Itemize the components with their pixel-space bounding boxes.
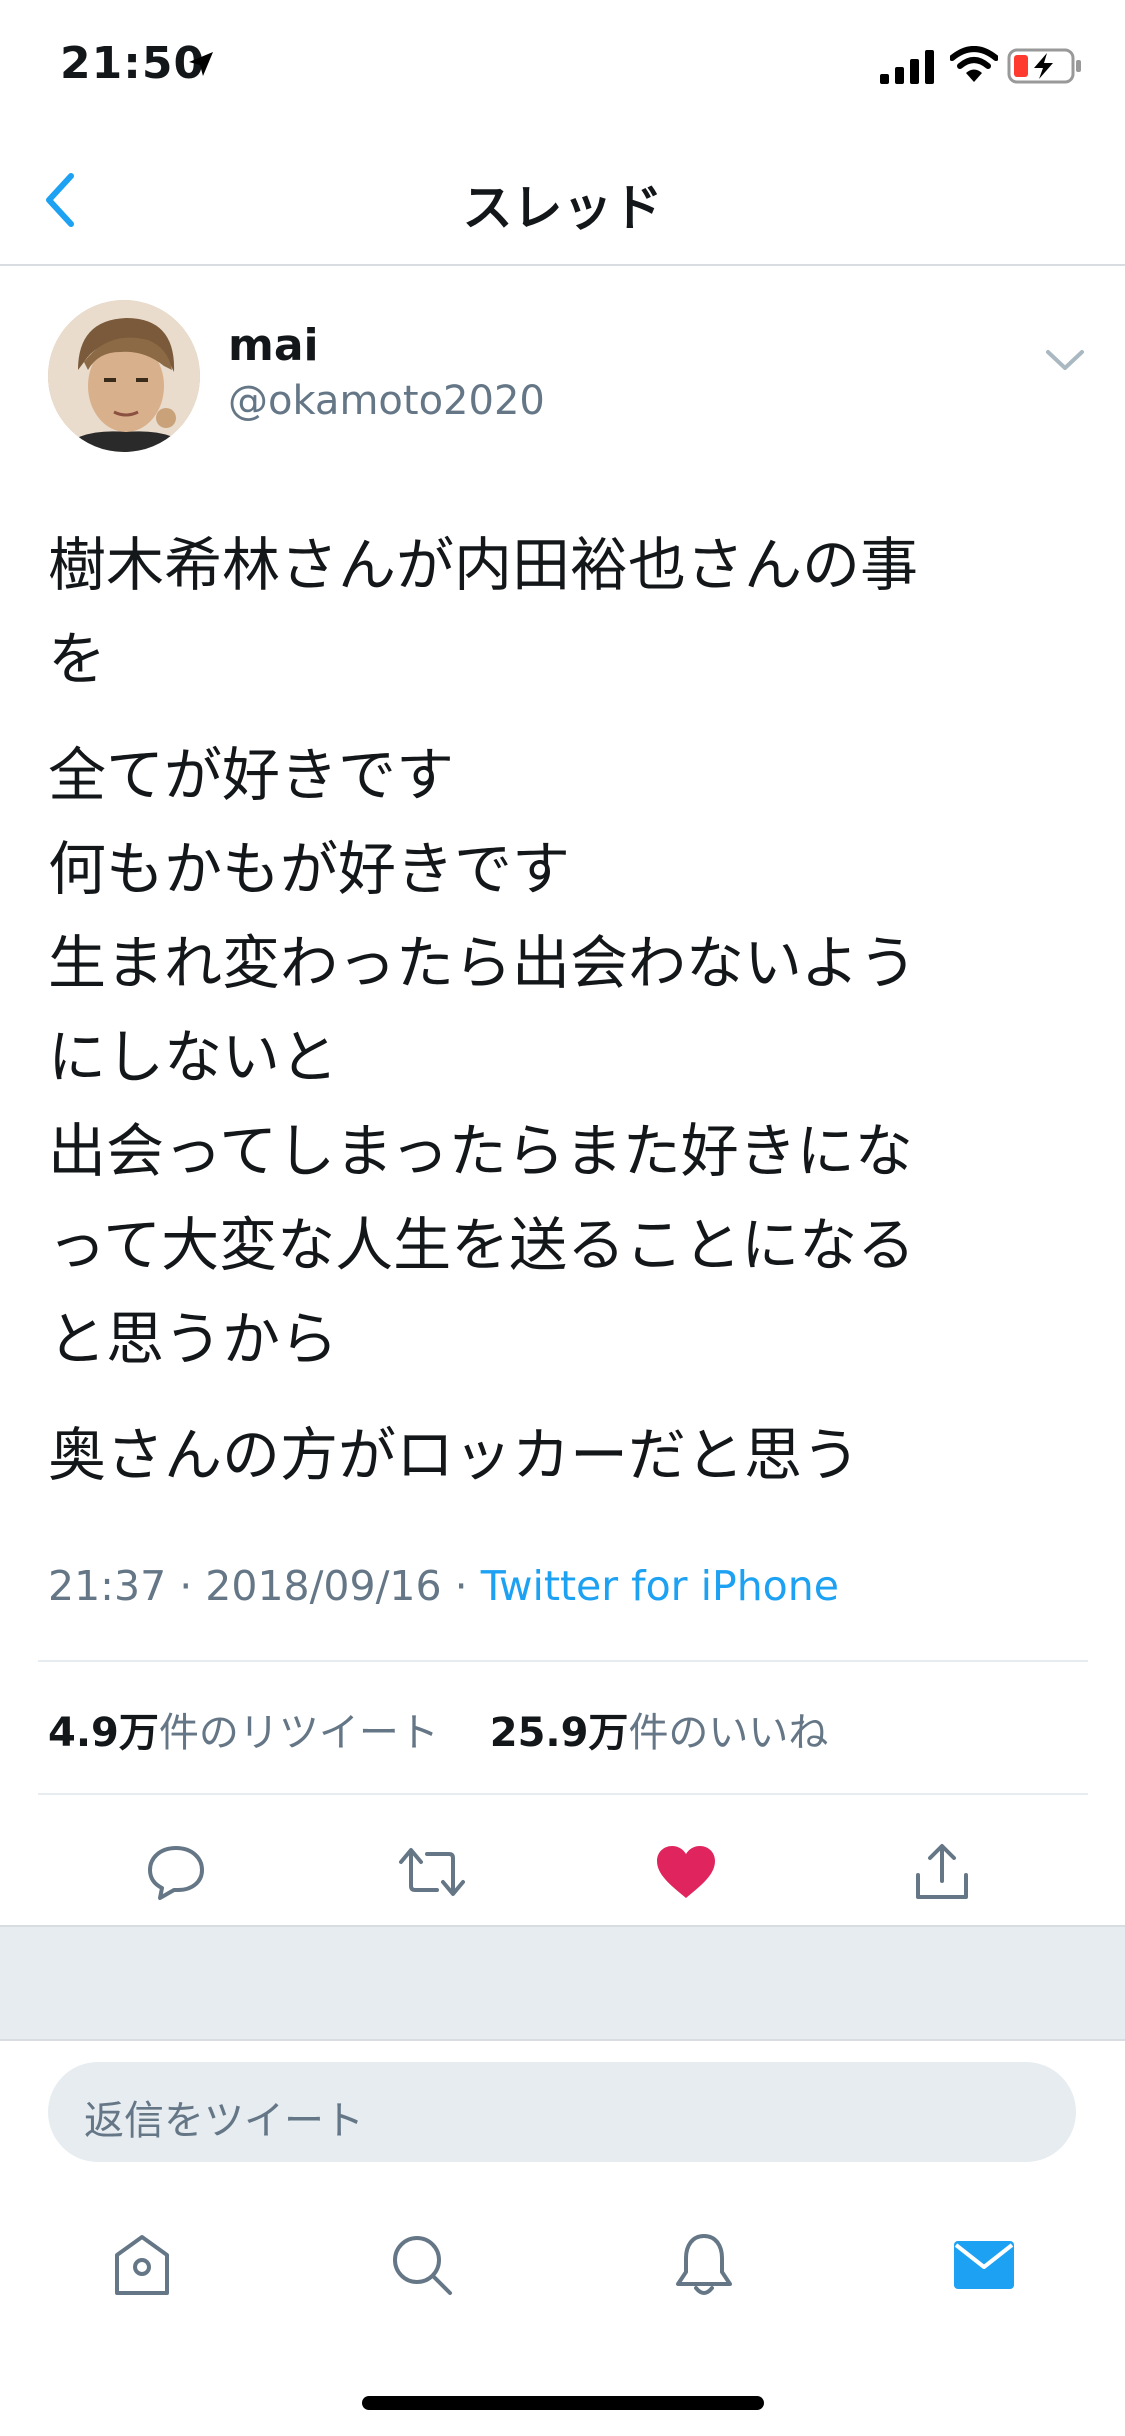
search-icon — [393, 2236, 452, 2295]
stat-spacer — [452, 1710, 477, 1756]
section-separator — [0, 1925, 1125, 2041]
home-icon — [115, 2235, 169, 2295]
tab-messages[interactable] — [934, 2215, 1034, 2315]
like-count: 25.9万 — [489, 1710, 629, 1756]
tweet-stats: 4.9万件のリツイート 25.9万件のいいね — [48, 1700, 828, 1758]
tweet-line: って大変な人生を送ることになる — [48, 1211, 916, 1279]
separator: · — [179, 1562, 206, 1610]
page-title: スレッド — [462, 179, 663, 237]
divider — [38, 1793, 1088, 1795]
bell-icon — [676, 2234, 732, 2295]
divider — [0, 264, 1125, 266]
user-handle[interactable]: @okamoto2020 — [228, 378, 545, 424]
home-indicator — [362, 2396, 764, 2410]
retweet-button[interactable] — [382, 1822, 482, 1922]
tweet-line: 生まれ変わったら出会わないよう — [48, 929, 917, 997]
wifi-icon — [950, 46, 998, 82]
share-icon — [916, 1844, 968, 1899]
tweet-line: 何もかもが好きです — [48, 835, 571, 903]
like-button[interactable] — [636, 1822, 736, 1922]
tweet-date: 2018/09/16 — [205, 1562, 442, 1610]
tab-notifications[interactable] — [654, 2215, 754, 2315]
status-time: 21:50 — [60, 38, 206, 89]
tweet-line: にしないと — [48, 1023, 339, 1091]
like-stat[interactable]: 25.9万件のいいね — [490, 1710, 829, 1756]
chevron-down-icon[interactable] — [1040, 340, 1090, 380]
battery-icon — [1007, 48, 1081, 84]
user-name[interactable]: mai — [228, 320, 319, 371]
signal-icon — [880, 50, 934, 84]
tweet-time: 21:37 — [48, 1562, 167, 1610]
tab-home[interactable] — [92, 2215, 192, 2315]
tweet-line: と思うから — [48, 1305, 339, 1373]
tweet-line: 出会ってしまったらまた好きにな — [48, 1117, 913, 1185]
avatar[interactable] — [48, 300, 200, 452]
tweet-paragraph: 奥さんの方がロッカーだと思う — [48, 1408, 1088, 1502]
retweet-stat[interactable]: 4.9万件のリツイート — [48, 1710, 439, 1756]
tab-search[interactable] — [372, 2215, 472, 2315]
tweet-paragraph: 樹木希林さんが内田裕也さんの事 を — [48, 518, 1088, 706]
reply-button[interactable] — [126, 1822, 226, 1922]
tweet-source-link[interactable]: Twitter for iPhone — [481, 1562, 839, 1610]
tweet-text: 樹木希林さんが内田裕也さんの事 を 全てが好きです 何もかもが好きです 生まれ変… — [48, 518, 1088, 1524]
tweet-meta: 21:37 · 2018/09/16 · Twitter for iPhone — [48, 1562, 839, 1610]
tweet-line: を — [48, 625, 107, 693]
mail-icon — [954, 2241, 1014, 2289]
tweet-paragraph: 全てが好きです 何もかもが好きです 生まれ変わったら出会わないよう にしないと … — [48, 728, 1088, 1386]
like-label: 件のいいね — [628, 1710, 829, 1756]
tweet-line: 樹木希林さんが内田裕也さんの事 — [48, 531, 919, 599]
reply-placeholder: 返信をツイート — [84, 2098, 364, 2144]
reply-icon — [148, 1846, 204, 1900]
retweet-icon — [399, 1848, 465, 1896]
divider — [38, 1660, 1088, 1662]
tweet-line: 奥さんの方がロッカーだと思う — [48, 1421, 861, 1489]
heart-icon — [657, 1846, 715, 1898]
avatar-image — [48, 300, 200, 452]
retweet-label: 件のリツイート — [158, 1710, 439, 1756]
separator: · — [454, 1562, 481, 1610]
retweet-count: 4.9万 — [48, 1710, 159, 1756]
share-button[interactable] — [892, 1822, 992, 1922]
location-arrow-icon — [189, 52, 213, 76]
tweet-line: 全てが好きです — [48, 741, 455, 809]
